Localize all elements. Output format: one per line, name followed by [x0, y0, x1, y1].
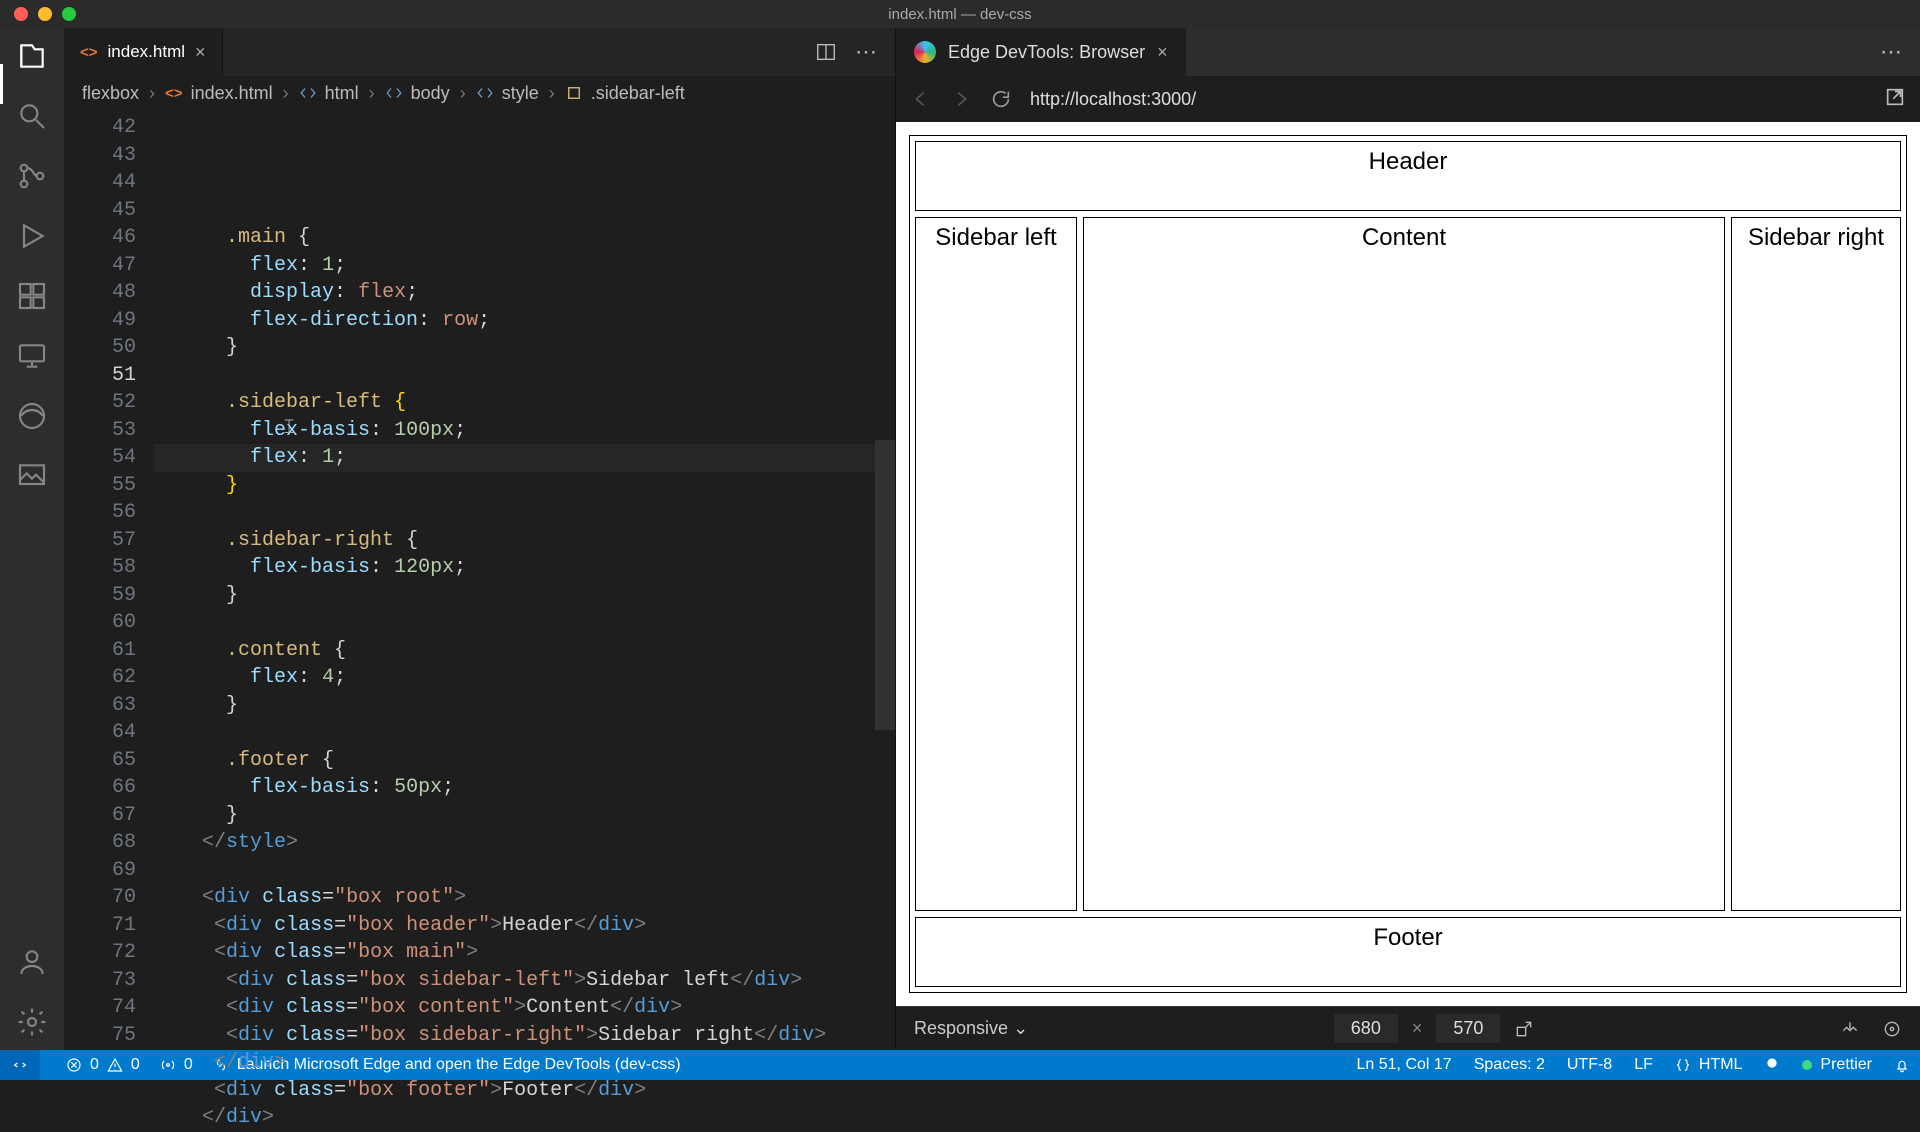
prettier-status-icon — [1802, 1060, 1812, 1070]
breadcrumb-node: style — [502, 83, 539, 104]
tab-close-icon[interactable]: × — [195, 42, 206, 63]
preview-content: Content — [1083, 217, 1725, 911]
active-view-indicator — [0, 64, 3, 104]
chevron-right-icon: › — [549, 83, 555, 104]
preview-header: Header — [915, 141, 1901, 211]
preview-footer: Footer — [915, 917, 1901, 987]
breadcrumb-folder: flexbox — [82, 83, 139, 104]
tag-icon — [299, 84, 317, 102]
preview-sidebar-left: Sidebar left — [915, 217, 1077, 911]
braces-icon — [1675, 1057, 1691, 1073]
go-live-icon[interactable] — [1764, 1055, 1780, 1076]
tag-icon — [385, 84, 403, 102]
chevron-down-icon: ⌄ — [1013, 1018, 1028, 1038]
extensions-icon[interactable] — [16, 280, 48, 312]
more-actions-icon[interactable]: ⋯ — [1880, 39, 1902, 65]
chevron-right-icon: › — [283, 83, 289, 104]
minimize-window-button[interactable] — [38, 7, 52, 21]
encoding-status[interactable]: UTF-8 — [1567, 1056, 1612, 1074]
remote-indicator[interactable] — [0, 1050, 40, 1080]
source-control-icon[interactable] — [16, 160, 48, 192]
macos-titlebar: index.html — dev-css — [0, 0, 1920, 28]
activity-bar — [0, 28, 64, 1050]
tab-index-html[interactable]: <> index.html × — [64, 28, 223, 76]
viewport-height-input[interactable] — [1436, 1014, 1500, 1043]
window-title: index.html — dev-css — [888, 6, 1031, 23]
code-content[interactable]: 𝙸 .main { flex: 1; display: flex; flex-d… — [154, 110, 895, 1050]
fullscreen-window-button[interactable] — [62, 7, 76, 21]
more-actions-icon[interactable]: ⋯ — [855, 39, 877, 65]
html-file-icon: <> — [165, 85, 183, 102]
text-cursor-icon: 𝙸 — [282, 415, 296, 443]
rotate-icon[interactable] — [1514, 1019, 1534, 1039]
remote-explorer-icon[interactable] — [16, 340, 48, 372]
close-window-button[interactable] — [14, 7, 28, 21]
search-icon[interactable] — [16, 100, 48, 132]
tag-icon — [476, 84, 494, 102]
preview-viewport: Header Sidebar left Content Sidebar righ… — [896, 122, 1920, 1006]
breadcrumb[interactable]: flexbox › <> index.html › html › body › … — [64, 76, 895, 110]
url-input[interactable]: http://localhost:3000/ — [1030, 89, 1866, 110]
tab-label: index.html — [108, 42, 185, 62]
preview-header-label: Header — [1369, 148, 1448, 210]
chevron-right-icon: › — [460, 83, 466, 104]
preview-footer-label: Footer — [1373, 924, 1442, 986]
reload-icon[interactable] — [990, 88, 1012, 110]
tab-label: Edge DevTools: Browser — [948, 42, 1145, 63]
edge-browser-icon — [914, 41, 936, 63]
language-label: HTML — [1699, 1056, 1743, 1074]
breadcrumb-file: index.html — [191, 83, 273, 104]
tab-edge-devtools[interactable]: Edge DevTools: Browser × — [896, 28, 1186, 76]
device-toolbar: Responsive ⌄ × — [896, 1006, 1920, 1050]
selector-icon — [565, 84, 583, 102]
formatter-status[interactable]: Prettier — [1802, 1056, 1872, 1074]
run-debug-icon[interactable] — [16, 220, 48, 252]
minimap-viewport[interactable] — [875, 440, 895, 730]
error-count: 0 — [90, 1056, 99, 1074]
inspect-icon[interactable] — [1882, 1019, 1902, 1039]
preview-content-label: Content — [1362, 224, 1446, 910]
accounts-icon[interactable] — [16, 946, 48, 978]
dimension-separator-icon: × — [1412, 1018, 1423, 1039]
preview-sidebar-right: Sidebar right — [1731, 217, 1901, 911]
image-tool-icon[interactable] — [16, 460, 48, 492]
breadcrumb-node: html — [325, 83, 359, 104]
line-number-gutter: 4243444546474849505152535455565758596061… — [64, 110, 154, 1050]
open-external-icon[interactable] — [1884, 86, 1906, 108]
nav-forward-icon[interactable] — [950, 88, 972, 110]
editor-group: <> index.html × ⋯ flexbox › <> index.htm… — [64, 28, 895, 1050]
html-file-icon: <> — [80, 44, 98, 61]
split-editor-icon[interactable] — [815, 41, 837, 63]
devtools-preview-group: Edge DevTools: Browser × ⋯ http://localh… — [895, 28, 1920, 1050]
chevron-right-icon: › — [149, 83, 155, 104]
code-editor[interactable]: 4243444546474849505152535455565758596061… — [64, 110, 895, 1050]
cursor-position[interactable]: Ln 51, Col 17 — [1357, 1056, 1452, 1074]
language-mode[interactable]: HTML — [1675, 1056, 1743, 1074]
error-icon — [66, 1057, 82, 1073]
preview-sidebar-left-label: Sidebar left — [935, 224, 1056, 910]
preview-sidebar-right-label: Sidebar right — [1748, 224, 1884, 910]
browser-toolbar: http://localhost:3000/ — [896, 76, 1920, 122]
warning-icon — [107, 1057, 123, 1073]
settings-gear-icon[interactable] — [16, 1006, 48, 1038]
editor-tab-bar: <> index.html × ⋯ — [64, 28, 895, 76]
eol-status[interactable]: LF — [1634, 1056, 1653, 1074]
tab-close-icon[interactable]: × — [1157, 42, 1168, 63]
device-selector[interactable]: Responsive ⌄ — [914, 1018, 1028, 1039]
notifications-bell-icon[interactable] — [1894, 1057, 1910, 1073]
breadcrumb-node: .sidebar-left — [591, 83, 685, 104]
chevron-right-icon: › — [369, 83, 375, 104]
nav-back-icon[interactable] — [910, 88, 932, 110]
warning-count: 0 — [131, 1056, 140, 1074]
breadcrumb-node: body — [411, 83, 450, 104]
minimap[interactable] — [875, 110, 895, 1050]
viewport-width-input[interactable] — [1334, 1014, 1398, 1043]
indentation-status[interactable]: Spaces: 2 — [1474, 1056, 1545, 1074]
formatter-label: Prettier — [1820, 1056, 1872, 1074]
explorer-icon[interactable] — [16, 40, 48, 72]
problems-indicator[interactable]: 0 0 — [66, 1056, 140, 1074]
screenshot-icon[interactable] — [1840, 1019, 1860, 1039]
edge-tools-icon[interactable] — [16, 400, 48, 432]
